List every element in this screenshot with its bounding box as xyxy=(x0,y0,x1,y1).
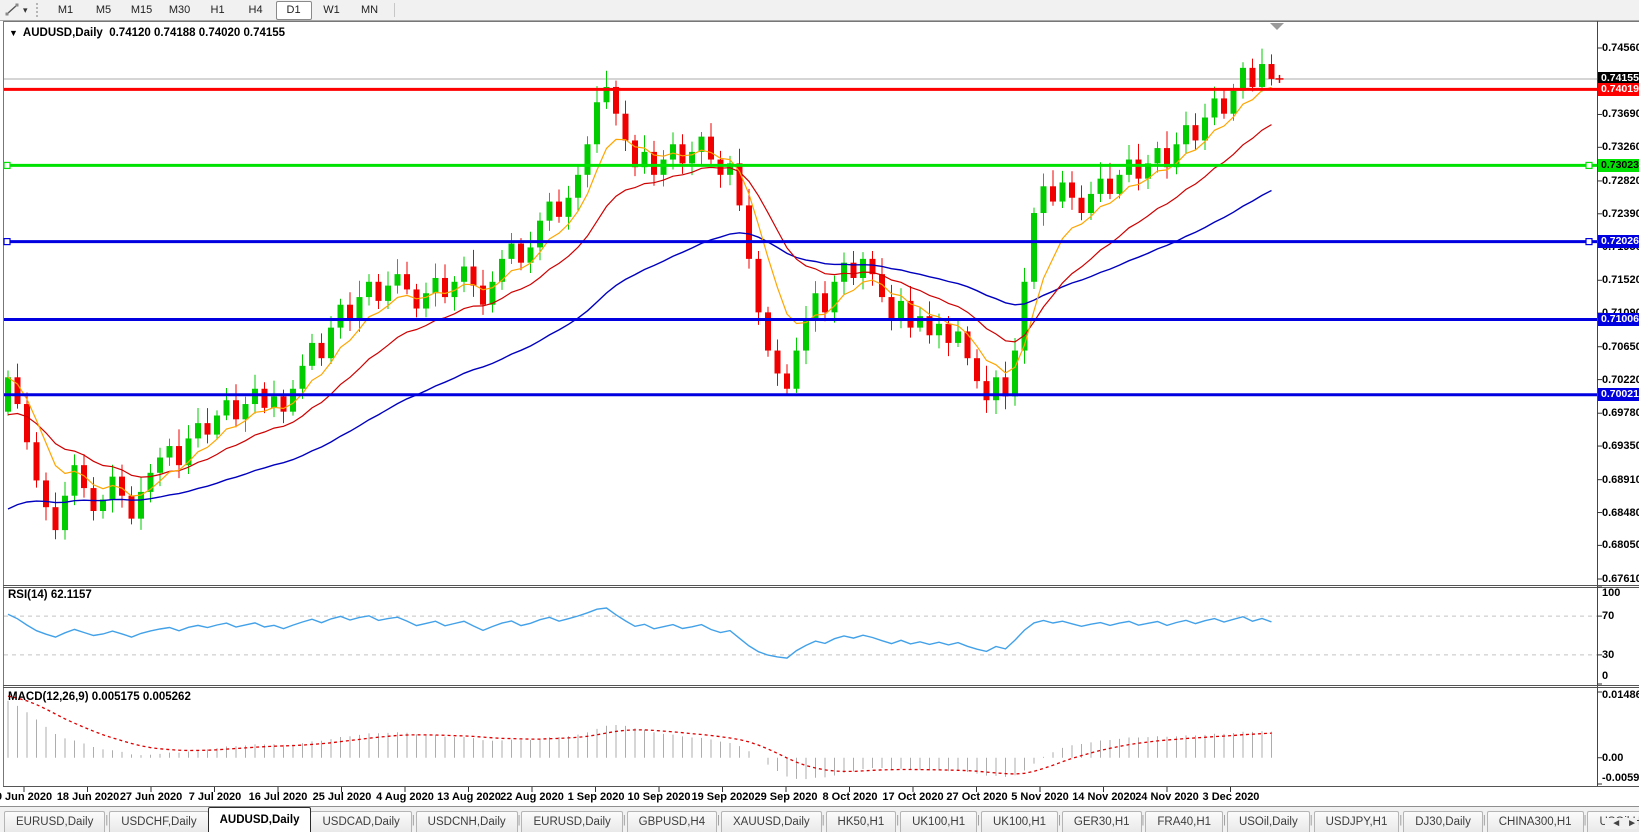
chart-tab-usdcnh-daily[interactable]: USDCNH,Daily xyxy=(415,811,518,832)
tab-separator: | xyxy=(1399,814,1403,826)
chart-tabs: EURUSD,Daily | USDCHF,Daily AUDUSD,Daily USD… xyxy=(4,807,1639,832)
toolbar-grip[interactable] xyxy=(35,3,41,17)
tab-separator: | xyxy=(1141,814,1145,826)
chart-tab-eurusd-daily[interactable]: EURUSD,Daily xyxy=(4,811,106,832)
chart-tab-xauusd-daily[interactable]: XAUUSD,Daily xyxy=(721,811,822,832)
tab-separator: | xyxy=(1223,814,1226,826)
chart-tab-usdjpy-h1[interactable]: USDJPY,H1 xyxy=(1313,811,1400,832)
line-studies-button[interactable]: ▾ xyxy=(0,0,32,20)
timeframe-button-w1[interactable]: W1 xyxy=(314,1,350,20)
chart-tab-dj30-daily[interactable]: DJ30,Daily xyxy=(1403,811,1483,832)
chevron-down-icon[interactable]: ▾ xyxy=(23,5,28,16)
timeframe-buttons: M1 M5 M15 M30 H1 H4 D1 W1 MN xyxy=(47,0,389,20)
timeframe-button-d1[interactable]: D1 xyxy=(275,0,312,20)
timeframe-button-m5[interactable]: M5 xyxy=(86,1,122,20)
tab-scroll-buttons: ◄ ► xyxy=(1605,818,1637,829)
toolbar-separator xyxy=(393,3,395,17)
tab-separator: | xyxy=(1583,814,1587,826)
tab-separator: | xyxy=(1309,814,1313,826)
timeframe-toolbar: ▾ M1 M5 M15 M30 H1 H4 D1 W1 MN xyxy=(0,0,1639,21)
tab-scroll-right-icon[interactable]: ► xyxy=(1627,818,1637,829)
chart-tab-audusd-daily[interactable]: AUDUSD,Daily xyxy=(207,807,312,832)
tab-separator: | xyxy=(896,814,900,826)
mt4-window: ▾ M1 M5 M15 M30 H1 H4 D1 W1 MN ▼ AUDUSD,Daily 0.7… xyxy=(0,0,1639,832)
chart-tab-eurusd-daily[interactable]: EURUSD,Daily xyxy=(521,811,623,832)
timeframe-button-mn[interactable]: MN xyxy=(352,1,388,20)
timeframe-button-h4[interactable]: H4 xyxy=(238,1,274,20)
tab-separator: | xyxy=(517,814,521,826)
chart-tab-fra40-h1[interactable]: FRA40,H1 xyxy=(1145,811,1224,832)
chart-tab-usdchf-daily[interactable]: USDCHF,Daily xyxy=(109,811,209,832)
line-studies-icon xyxy=(5,3,19,16)
chart-tab-uk100-h1[interactable]: UK100,H1 xyxy=(900,811,978,832)
chart-tab-bar: EURUSD,Daily | USDCHF,Daily AUDUSD,Daily USD… xyxy=(0,806,1639,832)
chart-tab-ger30-h1[interactable]: GER30,H1 xyxy=(1061,811,1142,832)
chart-tab-usdcad-daily[interactable]: USDCAD,Daily xyxy=(310,811,412,832)
chart-tab-hk50-h1[interactable]: HK50,H1 xyxy=(825,811,897,832)
tab-separator: | xyxy=(717,814,720,826)
timeframe-button-m15[interactable]: M15 xyxy=(124,1,160,20)
chart-tab-gbpusd-h4[interactable]: GBPUSD,H4 xyxy=(626,811,718,832)
chart-tab-usoil-daily[interactable]: USOil,Daily xyxy=(1226,811,1310,832)
timeframe-button-m1[interactable]: M1 xyxy=(48,1,84,20)
chart-canvas[interactable] xyxy=(0,0,1639,832)
tab-separator: | xyxy=(622,814,626,826)
tab-separator: | xyxy=(1482,814,1486,826)
tab-separator: | xyxy=(1058,814,1061,826)
chart-tab-uk100-h1[interactable]: UK100,H1 xyxy=(981,811,1059,832)
tab-separator: | xyxy=(821,814,825,826)
chart-tab-china300-h1[interactable]: CHINA300,H1 xyxy=(1486,811,1584,832)
tab-separator: | xyxy=(105,814,109,826)
timeframe-button-h1[interactable]: H1 xyxy=(200,1,236,20)
tab-scroll-left-icon[interactable]: ◄ xyxy=(1611,818,1621,829)
timeframe-button-m30[interactable]: M30 xyxy=(162,1,198,20)
tab-separator: | xyxy=(411,814,415,826)
chart-shift-marker xyxy=(1270,23,1284,30)
tab-separator: | xyxy=(977,814,980,826)
